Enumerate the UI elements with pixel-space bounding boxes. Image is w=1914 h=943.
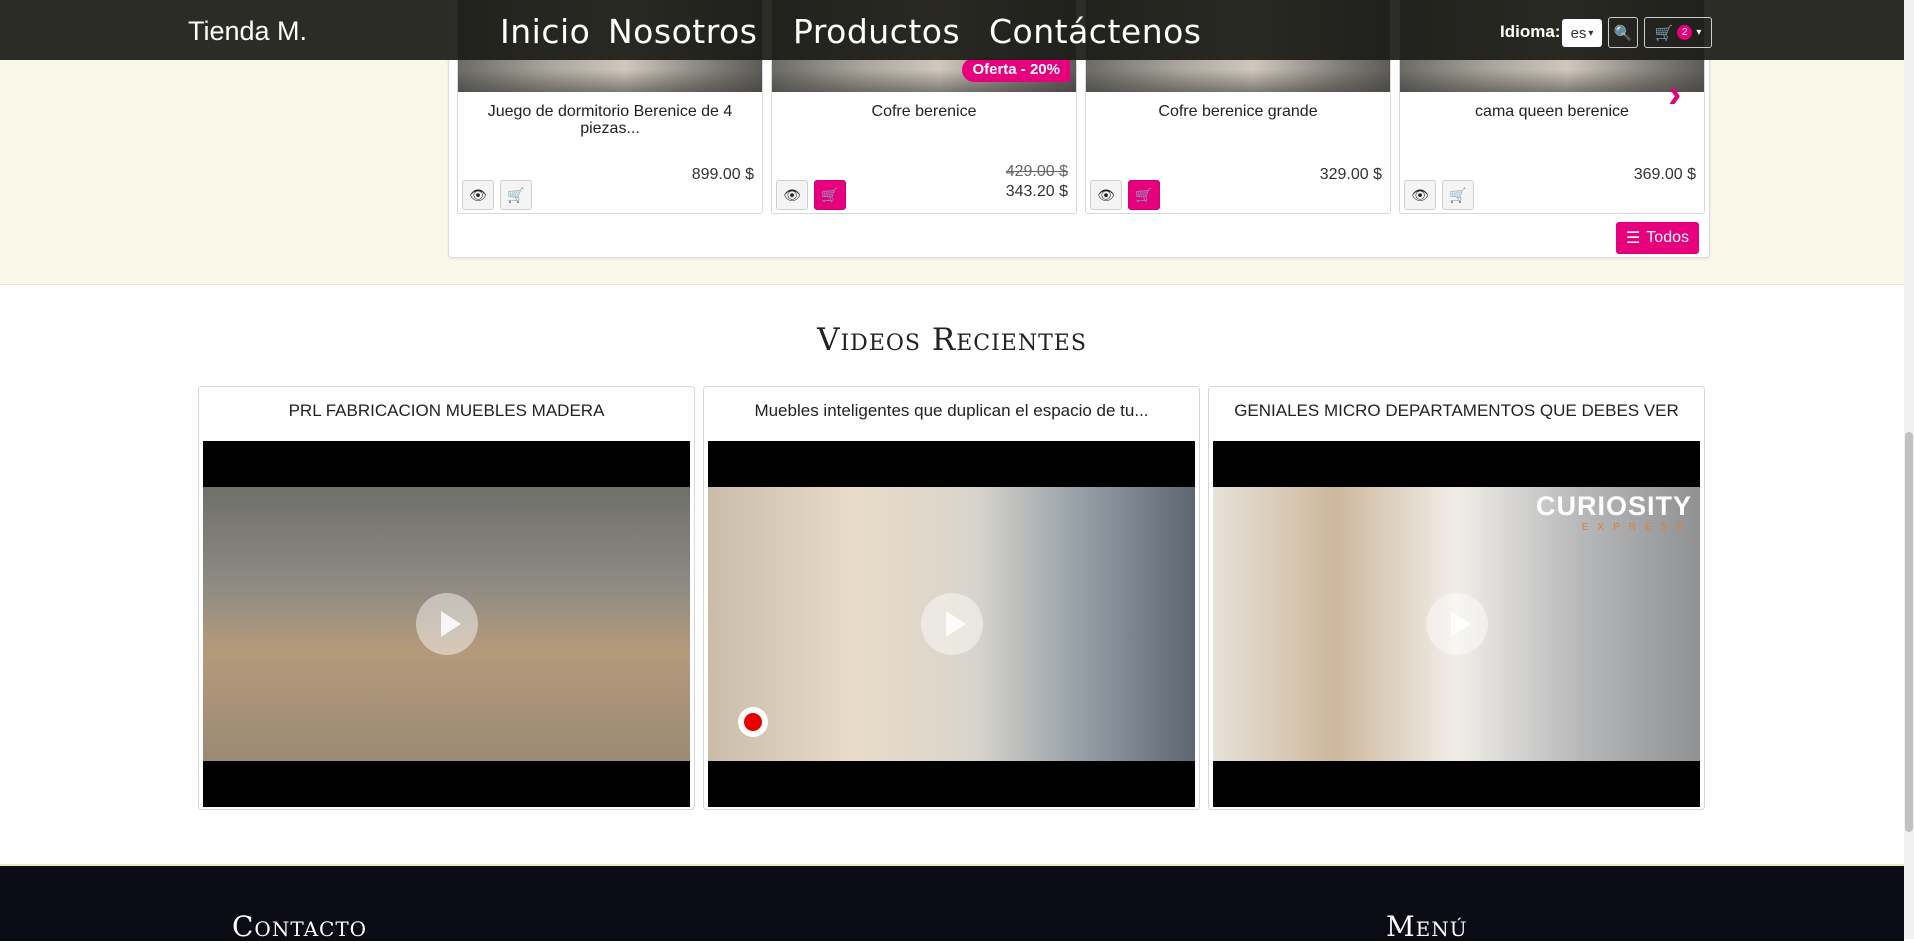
footer-contact-heading: Contacto [232,910,368,943]
nav-link-contactenos[interactable]: Contáctenos [989,12,1202,51]
video-title: Muebles inteligentes que duplican el esp… [754,401,1149,420]
footer-menu-heading: Menú [1386,910,1468,943]
chevron-down-icon: ▾ [1696,27,1702,38]
language-select[interactable]: es ▾ [1562,19,1602,47]
product-price: 899.00 $ [691,166,754,183]
view-product-button[interactable]: 👁 [462,180,494,210]
cart-dropdown-button[interactable]: 🛒 2 ▾ [1644,17,1712,48]
cart-icon: 🛒 [507,186,525,203]
view-all-label: Todos [1646,229,1689,246]
add-to-cart-button[interactable]: 🛒 [1442,180,1474,210]
view-all-button[interactable]: ☰ Todos [1615,222,1699,254]
brand-logo[interactable]: Tienda M. [188,16,307,47]
video-card: GENIALES MICRO DEPARTAMENTOS QUE DEBES V… [1208,386,1705,810]
product-old-price: 429.00 $ [1005,163,1068,180]
product-name[interactable]: cama queen berenice [1410,103,1694,120]
channel-logo-subtext: EXPRESS [1581,522,1692,533]
video-player[interactable]: CURIOSITY EXPRESS [1213,441,1700,807]
eye-icon: 👁 [1411,186,1429,203]
carousel-next-arrow-icon[interactable]: › [1668,74,1681,114]
top-navbar: Tienda M. Inicio Nosotros Productos Cont… [0,0,1904,60]
play-icon[interactable] [1425,593,1488,655]
product-name[interactable]: Cofre berenice grande [1096,103,1380,120]
play-icon[interactable] [920,593,983,655]
video-player[interactable] [708,441,1195,807]
list-icon: ☰ [1625,230,1641,247]
page-scrollbar[interactable] [1904,0,1914,939]
nav-link-productos[interactable]: Productos [793,12,960,51]
cart-icon: 🛒 [821,186,839,203]
scrollbar-thumb[interactable] [1905,432,1913,832]
eye-icon: 👁 [783,186,801,203]
vodafone-logo-icon [738,707,768,737]
video-card: PRL FABRICACION MUEBLES MADERA [198,386,695,810]
view-product-button[interactable]: 👁 [776,180,808,210]
product-price: 369.00 $ [1633,166,1696,183]
carousel-prev-arrow-icon[interactable]: ‹ [472,84,482,114]
product-price: 343.20 $ [1005,183,1068,200]
add-to-cart-button[interactable]: 🛒 [1128,180,1160,210]
nav-link-inicio[interactable]: Inicio [500,12,590,51]
search-icon: 🔍 [1613,24,1633,42]
product-name[interactable]: Juego de dormitorio Berenice de 4 piezas… [468,103,752,137]
cart-icon: 🛒 [1135,186,1153,203]
eye-icon: 👁 [1097,186,1115,203]
play-icon[interactable] [415,593,478,655]
view-product-button[interactable]: 👁 [1090,180,1122,210]
add-to-cart-button[interactable]: 🛒 [814,180,846,210]
language-label: Idioma: [1500,22,1561,41]
video-player[interactable] [203,441,690,807]
product-name[interactable]: Cofre berenice [782,103,1066,120]
chevron-down-icon: ▾ [1588,27,1594,39]
cart-count-badge: 2 [1677,25,1693,40]
add-to-cart-button[interactable]: 🛒 [500,180,532,210]
channel-logo: CURIOSITY EXPRESS [1536,491,1692,533]
nav-link-nosotros[interactable]: Nosotros [608,12,757,51]
search-button[interactable]: 🔍 [1608,17,1638,48]
video-title: GENIALES MICRO DEPARTAMENTOS QUE DEBES V… [1234,401,1679,420]
cart-icon: 🛒 [1449,186,1467,203]
language-value: es [1570,24,1587,42]
video-title: PRL FABRICACION MUEBLES MADERA [288,401,605,420]
product-price: 329.00 $ [1319,166,1382,183]
video-card: Muebles inteligentes que duplican el esp… [703,386,1200,810]
view-product-button[interactable]: 👁 [1404,180,1436,210]
videos-section-title: Videos Recientes [817,322,1087,358]
footer: Contacto Menú [0,864,1904,943]
cart-icon: 🛒 [1654,24,1674,42]
channel-logo-text: CURIOSITY [1535,491,1692,521]
eye-icon: 👁 [469,186,487,203]
offer-badge: Oferta - 20% [962,58,1070,82]
